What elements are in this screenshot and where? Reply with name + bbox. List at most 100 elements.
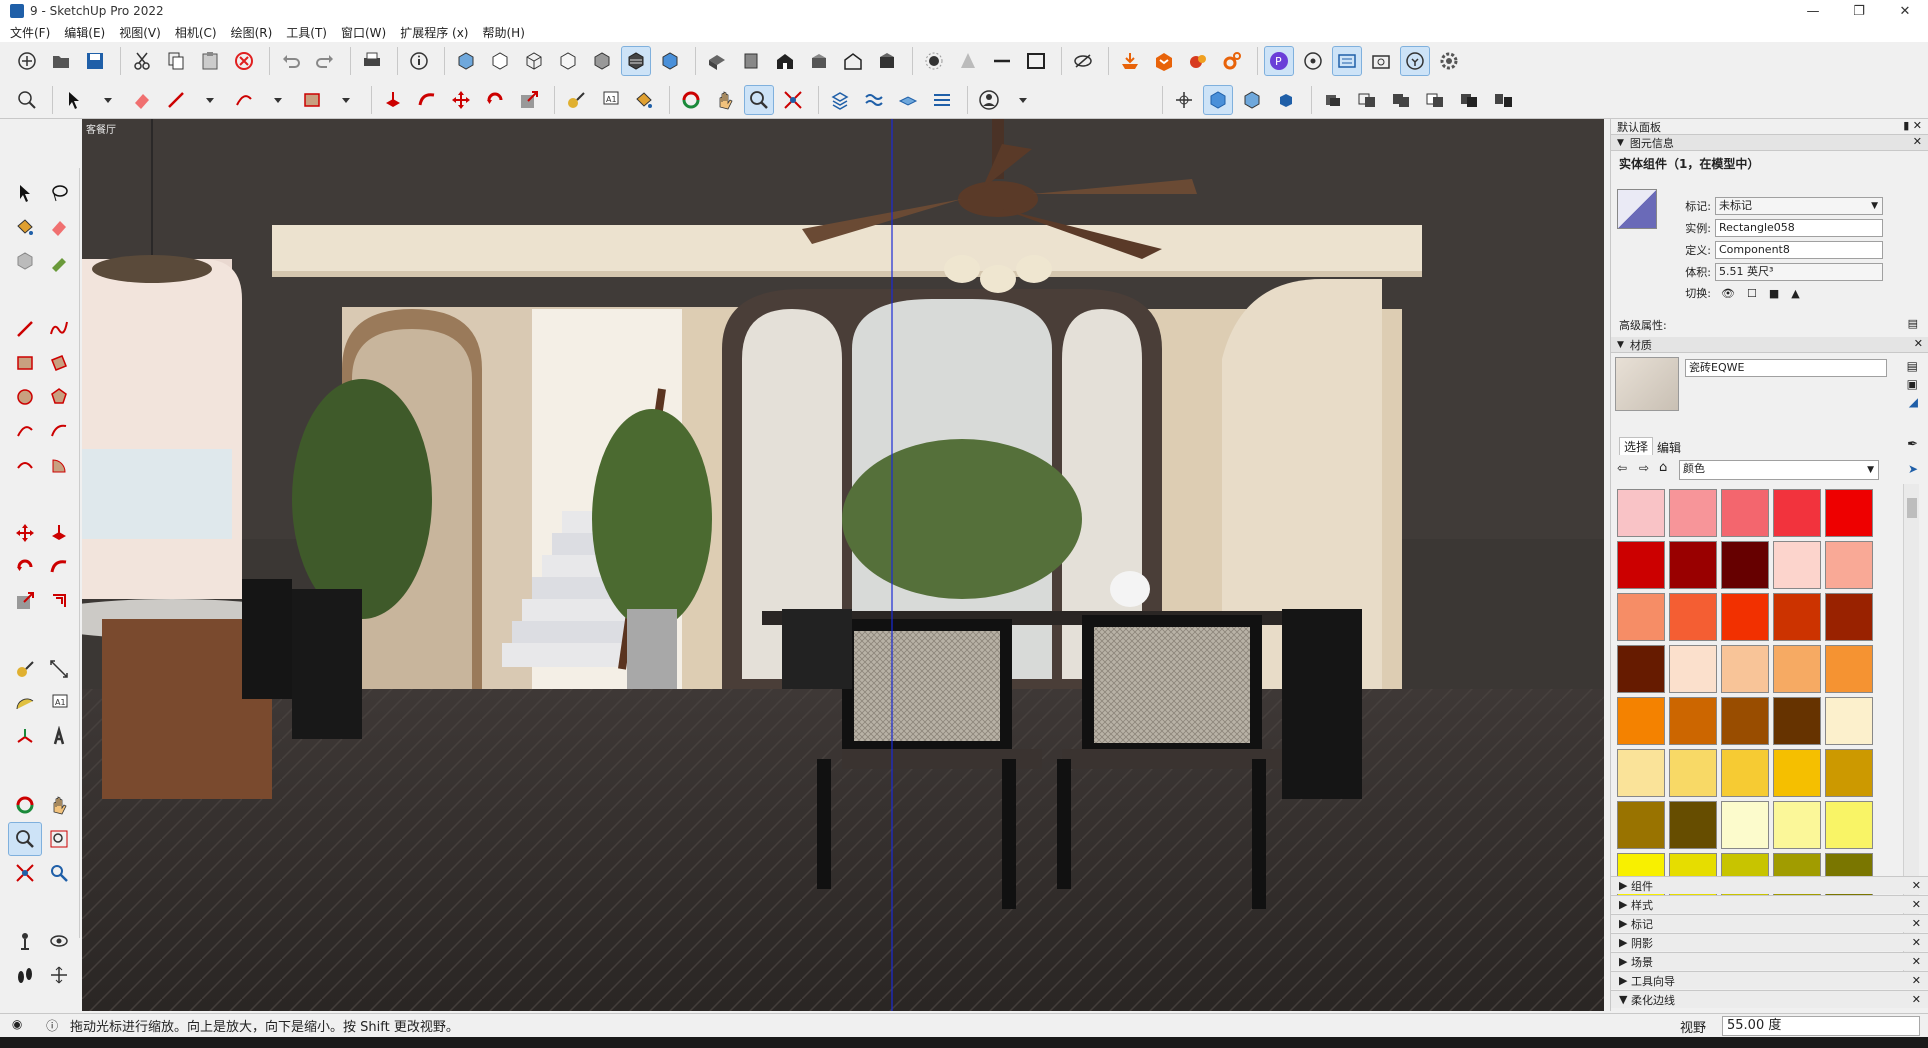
close-icon[interactable]: ✕ xyxy=(1912,993,1921,1006)
print-icon[interactable] xyxy=(357,46,387,76)
color-swatch[interactable] xyxy=(1773,697,1821,745)
menu-edit[interactable]: 编辑(E) xyxy=(64,24,105,41)
undo-icon[interactable] xyxy=(276,46,306,76)
color-swatch[interactable] xyxy=(1773,541,1821,589)
orbit-icon[interactable] xyxy=(676,85,706,115)
arc-tool-icon[interactable] xyxy=(229,85,259,115)
color-swatch[interactable] xyxy=(1825,593,1873,641)
advanced-toggle-icon[interactable]: ▤ xyxy=(1908,317,1918,330)
component-axes-icon[interactable] xyxy=(1203,84,1233,115)
dimension-icon[interactable] xyxy=(42,652,76,686)
lock-icon[interactable]: ☐ xyxy=(1747,287,1757,300)
color-swatch[interactable] xyxy=(1825,489,1873,537)
back-arrow-icon[interactable]: ⇦ xyxy=(1617,461,1627,475)
section-cuts-icon[interactable] xyxy=(987,46,1017,76)
move-icon[interactable] xyxy=(446,85,476,115)
menu-help[interactable]: 帮助(H) xyxy=(482,24,524,41)
section-plane-icon[interactable] xyxy=(919,46,949,76)
menu-extensions[interactable]: 扩展程序 (x) xyxy=(400,24,468,41)
text-tool-icon[interactable]: A1 xyxy=(595,85,625,115)
collapse-triangle-icon[interactable]: ▼ xyxy=(1617,138,1624,148)
paint-bucket-icon[interactable] xyxy=(629,85,659,115)
zoom-extents-icon[interactable] xyxy=(778,85,808,115)
scenes-section[interactable]: ▶ 场景 ✕ xyxy=(1611,952,1928,970)
select-icon[interactable] xyxy=(8,176,42,210)
sample-tag-icon[interactable] xyxy=(42,244,76,278)
menu-draw[interactable]: 绘图(R) xyxy=(231,24,273,41)
display-section-icon[interactable] xyxy=(953,46,983,76)
visible-eye-icon[interactable]: 👁 xyxy=(1721,287,1735,300)
sandbox-scratch-icon[interactable] xyxy=(859,85,889,115)
scene-tab-label[interactable]: 客餐厅 xyxy=(86,121,116,136)
open-file-icon[interactable] xyxy=(46,46,76,76)
menu-window[interactable]: 窗口(W) xyxy=(341,24,386,41)
color-swatch[interactable] xyxy=(1669,801,1717,849)
move-tool-icon[interactable] xyxy=(8,516,42,550)
materials-header[interactable]: ▼ 材质 ✕ xyxy=(1611,337,1928,353)
tags-section[interactable]: ▶ 标记 ✕ xyxy=(1611,914,1928,932)
color-swatch[interactable] xyxy=(1721,697,1769,745)
polygon-icon[interactable] xyxy=(42,380,76,414)
components-section[interactable]: ▶ 组件 ✕ xyxy=(1611,876,1928,894)
material-swatch-preview[interactable] xyxy=(1617,189,1657,229)
tag-dropdown[interactable]: 未标记 ▼ xyxy=(1715,197,1883,215)
color-swatch[interactable] xyxy=(1721,489,1769,537)
menu-view[interactable]: 视图(V) xyxy=(119,24,161,41)
menu-file[interactable]: 文件(F) xyxy=(10,24,50,41)
close-icon[interactable]: ✕ xyxy=(1912,936,1921,949)
create-material-icon[interactable]: ▤ xyxy=(1907,359,1918,373)
color-swatch[interactable] xyxy=(1721,645,1769,693)
pan-icon[interactable] xyxy=(710,85,740,115)
sandbox-from-contours-icon[interactable] xyxy=(825,85,855,115)
home-icon[interactable]: ⌂ xyxy=(1659,460,1667,475)
solid-subtract-icon[interactable] xyxy=(1420,85,1450,115)
materials-close-icon[interactable]: ✕ xyxy=(1914,337,1923,350)
info-icon[interactable]: ⓘ xyxy=(46,1017,58,1034)
protractor-icon[interactable] xyxy=(8,686,42,720)
extension-settings-icon[interactable] xyxy=(1217,46,1247,76)
close-icon[interactable]: ✕ xyxy=(1912,974,1921,987)
paint-icon[interactable] xyxy=(8,210,42,244)
shaded-textures-icon[interactable] xyxy=(621,46,651,76)
color-swatch[interactable] xyxy=(1617,645,1665,693)
color-swatch[interactable] xyxy=(1825,801,1873,849)
cut-icon[interactable] xyxy=(127,46,157,76)
color-swatch[interactable] xyxy=(1669,645,1717,693)
select-dropdown-icon[interactable] xyxy=(93,85,123,115)
close-icon[interactable]: ✕ xyxy=(1912,917,1921,930)
close-icon[interactable]: ✕ xyxy=(1912,898,1921,911)
color-swatch[interactable] xyxy=(1825,541,1873,589)
color-swatch[interactable] xyxy=(1773,593,1821,641)
material-thumbnail[interactable] xyxy=(1615,357,1679,411)
instructor-section[interactable]: ▶ 工具向导 ✕ xyxy=(1611,971,1928,989)
entity-info-header[interactable]: ▼ 图元信息 ✕ xyxy=(1611,135,1928,151)
group-icon[interactable] xyxy=(1271,85,1301,115)
rotated-rectangle-icon[interactable] xyxy=(42,346,76,380)
orbit-tool-icon[interactable] xyxy=(8,788,42,822)
color-swatch[interactable] xyxy=(1617,489,1665,537)
styles-section[interactable]: ▶ 样式 ✕ xyxy=(1611,895,1928,913)
scale-icon[interactable] xyxy=(514,85,544,115)
color-swatch[interactable] xyxy=(1617,697,1665,745)
instance-input[interactable]: Rectangle058 xyxy=(1715,219,1883,237)
xray-style-icon[interactable] xyxy=(451,46,481,76)
follow-me-tool-icon[interactable] xyxy=(42,550,76,584)
library-dropdown[interactable]: 颜色 ▼ xyxy=(1679,460,1879,480)
solid-split-icon[interactable] xyxy=(1488,85,1518,115)
soften-edges-section[interactable]: ▼ 柔化边线 ✕ xyxy=(1611,990,1928,1008)
solid-trim-icon[interactable] xyxy=(1454,85,1484,115)
tape-measure-tool-icon[interactable] xyxy=(8,652,42,686)
push-pull-icon[interactable] xyxy=(378,85,408,115)
minimize-icon[interactable]: — xyxy=(1790,0,1836,22)
solid-union-icon[interactable] xyxy=(1386,85,1416,115)
default-material-icon[interactable]: ▣ xyxy=(1907,377,1918,391)
receive-shadow-icon[interactable]: ▲ xyxy=(1791,287,1799,300)
paste-icon[interactable] xyxy=(195,46,225,76)
hide-icon[interactable] xyxy=(1068,46,1098,76)
profile-builder-icon[interactable]: P xyxy=(1264,46,1294,76)
close-icon[interactable]: ✕ xyxy=(1882,0,1928,22)
3d-text-icon[interactable] xyxy=(42,720,76,754)
back-edges-icon[interactable] xyxy=(485,46,515,76)
extension-warehouse-icon[interactable] xyxy=(1115,46,1145,76)
erase-selection-icon[interactable] xyxy=(229,46,259,76)
